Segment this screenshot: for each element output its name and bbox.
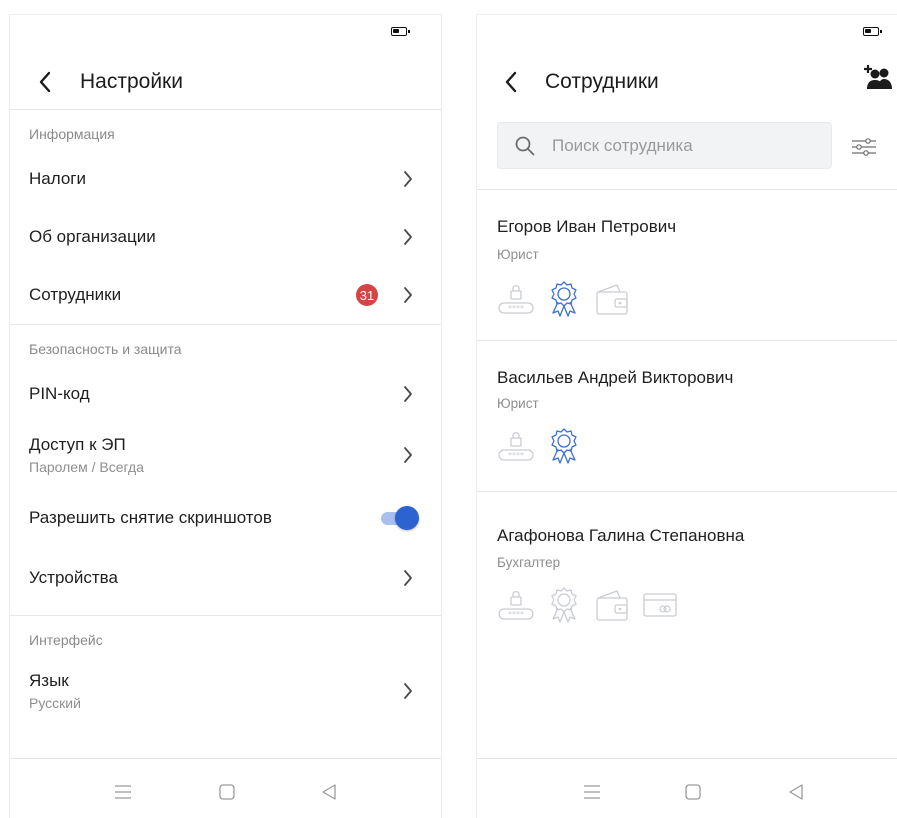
card-icon bbox=[641, 586, 679, 624]
home-square-icon bbox=[685, 784, 701, 800]
settings-item-label: Устройства bbox=[29, 568, 118, 587]
employee-row[interactable]: Агафонова Галина Степановна Бухгалтер **… bbox=[477, 492, 897, 643]
certificate-icon bbox=[545, 427, 583, 465]
back-button[interactable] bbox=[10, 55, 80, 109]
pin-lock-icon: **** bbox=[497, 586, 535, 624]
chevron-right-icon bbox=[404, 447, 412, 463]
settings-item-label: PIN-код bbox=[29, 384, 90, 403]
settings-item-taxes[interactable]: Налоги bbox=[10, 150, 441, 208]
employee-permissions: **** bbox=[497, 427, 593, 465]
settings-item-organization[interactable]: Об организации bbox=[10, 208, 441, 266]
chevron-left-icon bbox=[505, 71, 517, 93]
home-nav-button[interactable] bbox=[216, 781, 238, 803]
chevron-right-icon bbox=[404, 287, 412, 303]
screenshot-toggle[interactable] bbox=[379, 506, 419, 530]
home-square-icon bbox=[219, 784, 235, 800]
employee-name: Агафонова Галина Степановна bbox=[497, 526, 745, 545]
settings-list: Информация Налоги Об организации Сотрудн… bbox=[10, 110, 441, 726]
add-user-icon bbox=[864, 65, 892, 89]
svg-text:****: **** bbox=[508, 610, 524, 619]
employee-role: Бухгалтер bbox=[497, 555, 561, 570]
employee-name: Васильев Андрей Викторович bbox=[497, 368, 734, 387]
chevron-right-icon bbox=[404, 386, 412, 402]
section-header-security: Безопасность и защита bbox=[29, 341, 182, 357]
menu-nav-button[interactable] bbox=[581, 781, 603, 803]
system-navbar bbox=[10, 758, 441, 818]
settings-header: Настройки bbox=[10, 55, 441, 110]
settings-item-employees[interactable]: Сотрудники 31 bbox=[10, 266, 441, 324]
svg-text:****: **** bbox=[508, 304, 524, 313]
back-nav-button[interactable] bbox=[785, 781, 807, 803]
home-nav-button[interactable] bbox=[682, 781, 704, 803]
chevron-left-icon bbox=[39, 71, 51, 93]
system-navbar bbox=[477, 758, 897, 818]
employees-header: Сотрудники bbox=[477, 55, 897, 109]
triangle-back-icon bbox=[322, 784, 336, 800]
add-employee-button[interactable] bbox=[861, 63, 893, 93]
employee-row[interactable]: Егоров Иван Петрович Юрист **** bbox=[477, 190, 897, 341]
wallet-icon bbox=[593, 586, 631, 624]
settings-item-label: Сотрудники bbox=[29, 285, 122, 304]
search-box bbox=[497, 122, 832, 169]
chevron-right-icon bbox=[404, 229, 412, 245]
settings-item-language[interactable]: Язык Русский bbox=[10, 656, 441, 726]
battery-icon bbox=[863, 27, 882, 36]
certificate-icon bbox=[545, 586, 583, 624]
menu-nav-button[interactable] bbox=[112, 781, 134, 803]
settings-item-subtitle: Паролем / Всегда bbox=[29, 459, 144, 475]
settings-item-subtitle: Русский bbox=[29, 695, 81, 711]
page-title: Сотрудники bbox=[545, 70, 659, 93]
menu-icon bbox=[115, 785, 131, 799]
toggle-knob bbox=[395, 506, 419, 530]
settings-item-screenshots: Разрешить снятие скриншотов bbox=[10, 487, 441, 549]
employee-name: Егоров Иван Петрович bbox=[497, 217, 677, 236]
chevron-right-icon bbox=[404, 683, 412, 699]
settings-item-pin[interactable]: PIN-код bbox=[10, 365, 441, 423]
battery-icon bbox=[391, 27, 410, 36]
search-input[interactable] bbox=[550, 134, 814, 157]
settings-item-label: Разрешить снятие скриншотов bbox=[29, 508, 272, 527]
page-title: Настройки bbox=[80, 70, 183, 93]
employee-role: Юрист bbox=[497, 247, 539, 262]
settings-item-texts: Язык Русский bbox=[29, 671, 419, 711]
settings-item-label: Налоги bbox=[29, 169, 86, 188]
triangle-back-icon bbox=[789, 784, 803, 800]
employee-row[interactable]: Васильев Андрей Викторович Юрист **** bbox=[477, 341, 897, 492]
settings-item-label: Язык bbox=[29, 671, 69, 690]
employee-permissions: **** bbox=[497, 280, 641, 318]
pin-lock-icon: **** bbox=[497, 280, 535, 318]
certificate-icon bbox=[545, 280, 583, 318]
chevron-right-icon bbox=[404, 171, 412, 187]
svg-text:****: **** bbox=[508, 451, 524, 460]
section-header-interface: Интерфейс bbox=[29, 632, 103, 648]
filter-button[interactable] bbox=[851, 134, 877, 160]
employees-screen: Сотрудники Егоров Иван Петро bbox=[476, 14, 897, 818]
chevron-right-icon bbox=[404, 570, 412, 586]
search-icon bbox=[515, 136, 535, 155]
section-header-info: Информация bbox=[29, 126, 115, 142]
settings-screen: Настройки Информация Налоги Об организац… bbox=[9, 14, 442, 818]
pin-lock-icon: **** bbox=[497, 427, 535, 465]
employee-list: Егоров Иван Петрович Юрист **** Васильев… bbox=[477, 189, 897, 643]
settings-item-label: Доступ к ЭП bbox=[29, 435, 126, 454]
settings-item-texts: Доступ к ЭП Паролем / Всегда bbox=[29, 435, 419, 475]
employee-role: Юрист bbox=[497, 396, 539, 411]
settings-item-devices[interactable]: Устройства bbox=[10, 549, 441, 607]
back-button[interactable] bbox=[477, 55, 545, 109]
employee-permissions: **** bbox=[497, 586, 689, 624]
count-badge: 31 bbox=[356, 284, 378, 306]
filter-sliders-icon bbox=[852, 138, 876, 156]
settings-item-signature-access[interactable]: Доступ к ЭП Паролем / Всегда bbox=[10, 423, 441, 487]
wallet-icon bbox=[593, 280, 631, 318]
back-nav-button[interactable] bbox=[318, 781, 340, 803]
menu-icon bbox=[584, 785, 600, 799]
settings-item-label: Об организации bbox=[29, 227, 156, 246]
